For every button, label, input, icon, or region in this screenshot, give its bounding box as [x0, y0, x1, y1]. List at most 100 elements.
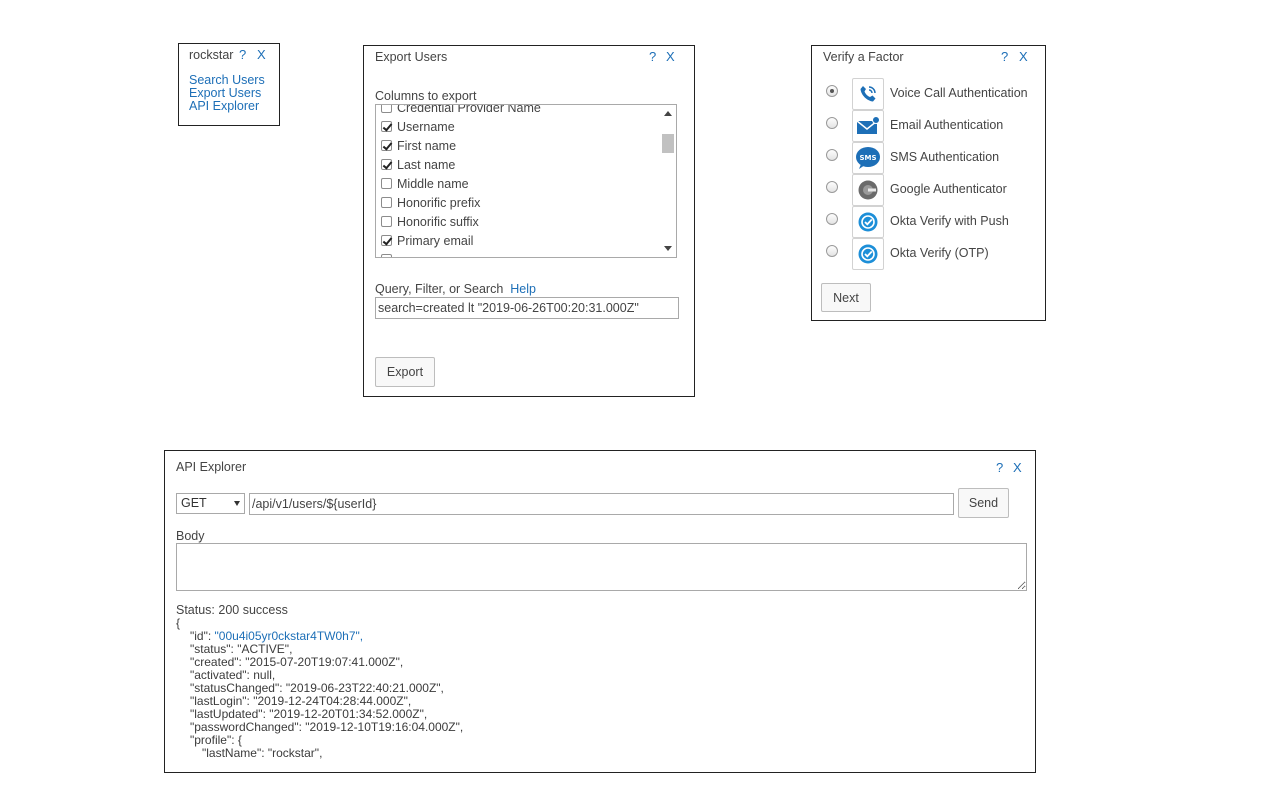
send-button[interactable]: Send [958, 488, 1009, 518]
column-option[interactable]: Honorific prefix [376, 193, 658, 212]
column-option[interactable]: Username [376, 117, 658, 136]
api-explorer-link[interactable]: API Explorer [189, 100, 265, 113]
google-authenticator-icon [852, 174, 884, 206]
column-option[interactable]: Primary email [376, 231, 658, 250]
column-option[interactable]: Last name [376, 155, 658, 174]
verify-help-button[interactable]: ? [1001, 49, 1008, 64]
column-option-partial[interactable] [376, 250, 658, 257]
verify-factor-title: Verify a Factor [823, 50, 904, 64]
help-link[interactable]: Help [510, 282, 536, 296]
okta-verify-icon [852, 206, 884, 238]
json-value: "2015-07-20T19:07:41.000Z", [245, 655, 404, 669]
column-checkbox[interactable] [381, 235, 392, 246]
rockstar-help-button[interactable]: ? [239, 47, 246, 62]
json-key: "activated": [190, 668, 254, 682]
factor-label: Voice Call Authentication [890, 86, 1028, 100]
column-checkbox[interactable] [381, 216, 392, 227]
factor-radio[interactable] [826, 117, 838, 129]
factor-option[interactable]: Email Authentication [812, 110, 1047, 142]
json-value: null, [253, 668, 276, 682]
factor-label: SMS Authentication [890, 150, 1000, 164]
json-value: "2019-12-10T19:16:04.000Z", [305, 720, 464, 734]
column-label: Primary email [397, 233, 474, 248]
factor-option[interactable]: Okta Verify with Push [812, 206, 1047, 238]
json-value: "ACTIVE", [237, 642, 293, 656]
scroll-down-arrow-icon[interactable] [664, 246, 672, 251]
factor-radio[interactable] [826, 149, 838, 161]
column-checkbox[interactable] [381, 140, 392, 151]
column-checkbox[interactable] [381, 105, 392, 113]
column-label: Username [397, 119, 455, 134]
column-checkbox[interactable] [381, 197, 392, 208]
json-key: "statusChanged": [190, 681, 286, 695]
column-checkbox[interactable] [381, 178, 392, 189]
body-textarea[interactable] [176, 543, 1027, 591]
factor-radio[interactable] [826, 213, 838, 225]
factor-label: Okta Verify (OTP) [890, 246, 989, 260]
json-value: "2019-12-24T04:28:44.000Z", [253, 694, 412, 708]
rockstar-close-button[interactable]: X [257, 47, 266, 62]
export-users-panel: Export Users ? X Columns to export Crede… [363, 45, 695, 397]
method-value: GET [181, 496, 207, 510]
json-key: "lastLogin": [190, 694, 254, 708]
column-option[interactable]: Honorific suffix [376, 212, 658, 231]
json-response: {"id": "00u4i05yr0ckstar4TW0h7", "status"… [176, 617, 463, 760]
rockstar-menu: Search Users Export Users API Explorer [189, 74, 265, 113]
columns-scrollbar[interactable] [660, 105, 676, 257]
dropdown-arrow-icon [234, 501, 240, 506]
next-button[interactable]: Next [821, 283, 871, 312]
json-key: "id": [190, 629, 215, 643]
json-key: "lastUpdated": [190, 707, 270, 721]
export-users-title: Export Users [375, 50, 448, 64]
column-label: First name [397, 138, 457, 153]
json-key: "passwordChanged": [190, 720, 306, 734]
url-input[interactable] [249, 493, 954, 515]
verify-close-button[interactable]: X [1019, 49, 1028, 64]
column-label: Last name [397, 157, 456, 172]
factor-option[interactable]: Google Authenticator [812, 174, 1047, 206]
svg-text:SMS: SMS [859, 154, 876, 162]
column-checkbox[interactable] [381, 254, 392, 257]
rockstar-panel: rockstar ? X Search Users Export Users A… [178, 43, 280, 126]
json-id-link[interactable]: "00u4i05yr0ckstar4TW0h7", [215, 629, 364, 643]
column-option[interactable]: First name [376, 136, 658, 155]
column-option[interactable]: Credential Provider Name [376, 104, 658, 117]
column-option[interactable]: Middle name [376, 174, 658, 193]
verify-factor-panel: Verify a Factor ? X Voice Call Authentic… [811, 45, 1046, 321]
column-checkbox[interactable] [381, 159, 392, 170]
column-checkbox[interactable] [381, 121, 392, 132]
api-explorer-panel: API Explorer ? X GET Send Body Status: 2… [164, 450, 1036, 773]
columns-label: Columns to export [375, 89, 477, 103]
scroll-thumb[interactable] [662, 134, 674, 153]
factor-radio[interactable] [826, 245, 838, 257]
export-button[interactable]: Export [375, 357, 435, 387]
columns-list[interactable]: Credential Provider Name Username First na… [375, 104, 677, 258]
json-key: "status": [190, 642, 238, 656]
json-nested-line: "lastName": "rockstar", [202, 746, 323, 760]
scroll-up-arrow-icon[interactable] [664, 111, 672, 116]
factor-radio[interactable] [826, 85, 838, 97]
api-help-button[interactable]: ? [996, 460, 1003, 475]
column-label: Credential Provider Name [397, 104, 541, 115]
factor-option[interactable]: Voice Call Authentication [812, 78, 1047, 110]
json-key: "profile": [190, 733, 238, 747]
rockstar-title: rockstar [189, 48, 234, 62]
factor-label: Okta Verify with Push [890, 214, 1009, 228]
factor-label: Email Authentication [890, 118, 1004, 132]
factor-option[interactable]: SMS SMS Authentication [812, 142, 1047, 174]
body-label: Body [176, 529, 205, 543]
api-close-button[interactable]: X [1013, 460, 1022, 475]
export-close-button[interactable]: X [666, 49, 675, 64]
okta-verify-icon [852, 238, 884, 270]
method-select[interactable]: GET [176, 493, 245, 514]
factor-option[interactable]: Okta Verify (OTP) [812, 238, 1047, 270]
factor-radio[interactable] [826, 181, 838, 193]
query-label-text: Query, Filter, or Search [375, 282, 504, 296]
query-input[interactable] [375, 297, 679, 319]
query-label: Query, Filter, or Search Help [375, 282, 536, 296]
export-help-button[interactable]: ? [649, 49, 656, 64]
email-icon [852, 110, 884, 142]
json-value: "2019-12-20T01:34:52.000Z", [269, 707, 428, 721]
column-label: Honorific prefix [397, 195, 481, 210]
json-value: "2019-06-23T22:40:21.000Z", [285, 681, 444, 695]
